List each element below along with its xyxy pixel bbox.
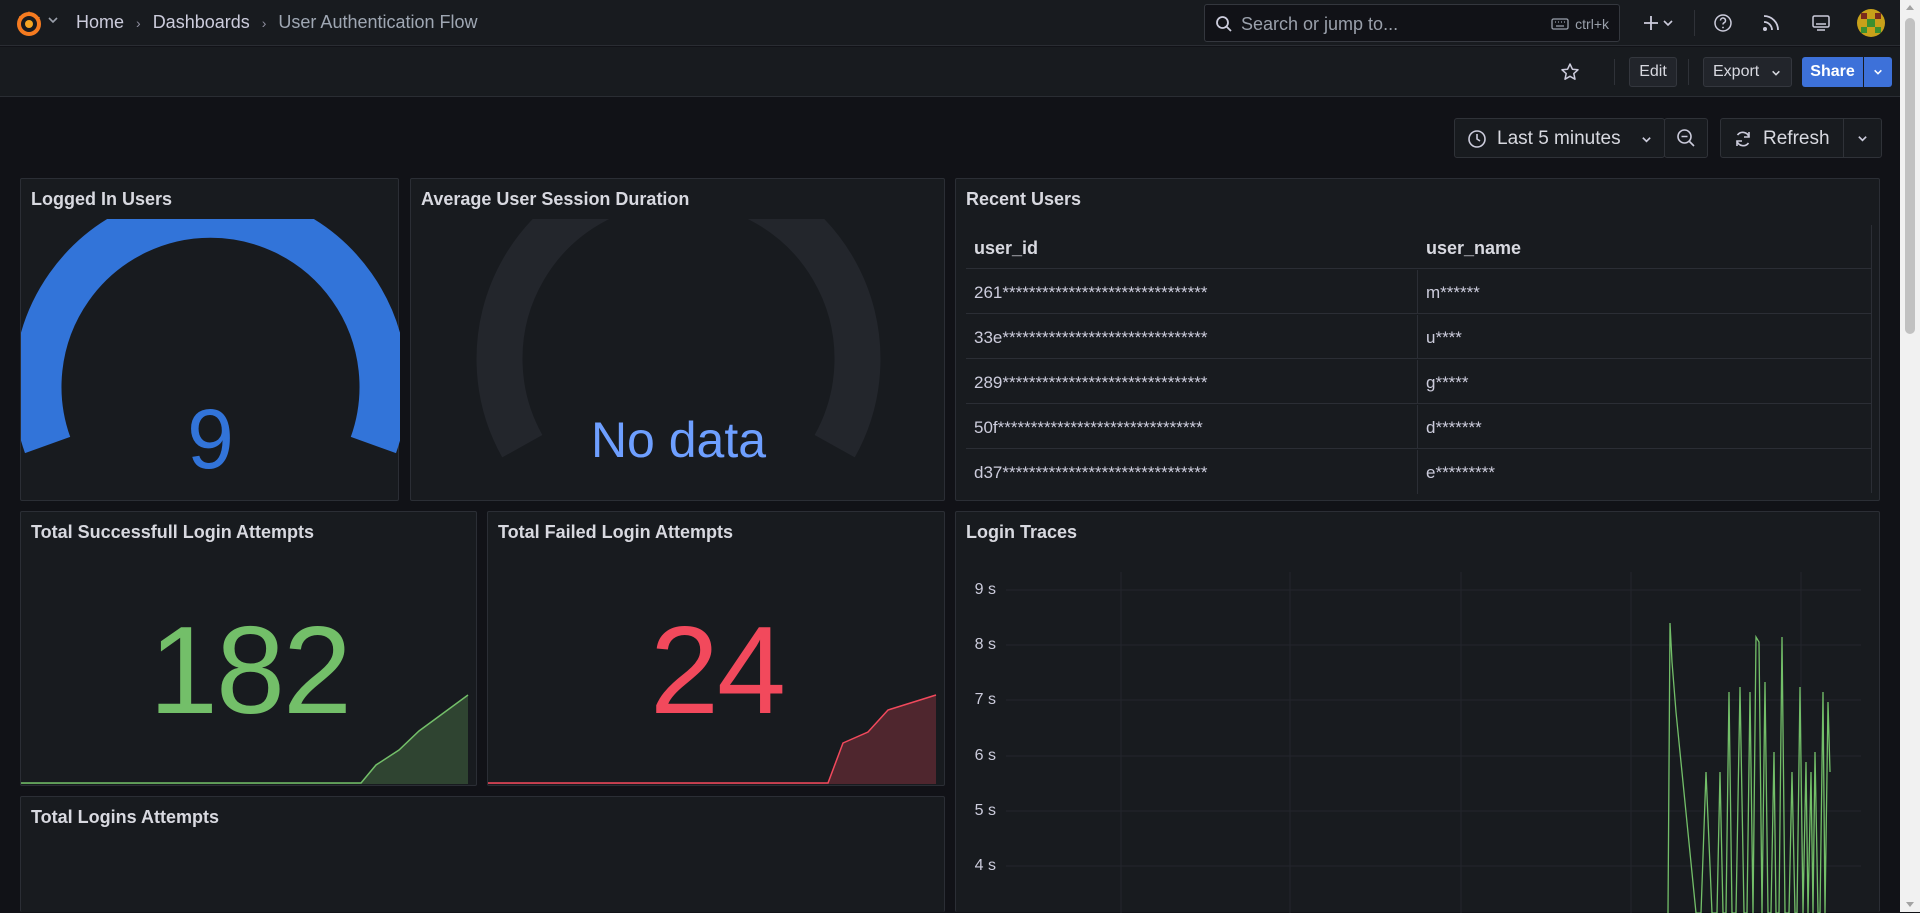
- news-button[interactable]: [1758, 10, 1784, 36]
- search-input[interactable]: Search or jump to... ctrl+k: [1204, 4, 1620, 42]
- column-divider: [1417, 270, 1418, 314]
- login-traces-panel[interactable]: Login Traces 9 s 8 s 7 s 6 s 5 s 4 s: [955, 511, 1880, 913]
- cell-user-id: 50f*******************************: [974, 418, 1203, 437]
- share-options-button[interactable]: [1864, 57, 1892, 87]
- chevron-down-icon: [1642, 137, 1651, 143]
- cell-user-id: 33e*******************************: [974, 328, 1208, 347]
- monitor-icon: [1812, 15, 1830, 31]
- scrollbar-thumb[interactable]: [1905, 18, 1915, 334]
- column-divider: [1417, 360, 1418, 404]
- gauge-value: 9: [187, 392, 234, 486]
- panel-title: Recent Users: [966, 189, 1082, 209]
- clock-icon: [1468, 130, 1486, 148]
- panel-title: Total Failed Login Attempts: [498, 522, 733, 542]
- breadcrumb-dashboards[interactable]: Dashboards: [153, 12, 250, 33]
- no-data-label: No data: [590, 412, 767, 468]
- refresh-button[interactable]: Refresh: [1720, 118, 1844, 158]
- kiosk-mode-button[interactable]: [1808, 10, 1834, 36]
- column-header-user-id[interactable]: user_id: [974, 238, 1038, 259]
- plus-icon: [1644, 16, 1658, 30]
- breadcrumb-separator-icon: ›: [261, 14, 267, 31]
- chevron-down-icon: [1874, 69, 1882, 75]
- cell-user-name: m******: [1426, 283, 1480, 302]
- logged-in-users-panel[interactable]: Logged In Users 9: [20, 178, 400, 501]
- panel-title: Total Successfull Login Attempts: [31, 522, 315, 542]
- column-divider: [1417, 315, 1418, 359]
- help-button[interactable]: [1710, 10, 1736, 36]
- cell-user-id: d37*******************************: [974, 463, 1208, 482]
- page-scrollbar[interactable]: [1900, 0, 1920, 912]
- search-placeholder: Search or jump to...: [1241, 14, 1399, 34]
- rss-icon: [1763, 15, 1779, 31]
- breadcrumb: Home › Dashboards › User Authentication …: [76, 12, 478, 33]
- search-icon: [1216, 16, 1232, 32]
- sparkline: [21, 694, 469, 784]
- dashboard-toolbar: Edit Export Share: [0, 47, 1900, 97]
- divider: [1614, 59, 1615, 85]
- add-new-button[interactable]: [1638, 10, 1664, 36]
- column-divider: [1417, 405, 1418, 449]
- zoom-out-button[interactable]: [1664, 118, 1708, 158]
- top-nav-bar: Home › Dashboards › User Authentication …: [0, 0, 1900, 46]
- cell-user-name: g*****: [1426, 373, 1469, 392]
- recent-users-panel[interactable]: Recent Users user_id user_name 261******…: [955, 178, 1880, 501]
- sparkline: [488, 694, 937, 784]
- column-divider: [1417, 450, 1418, 494]
- shortcut-label: ctrl+k: [1575, 16, 1609, 32]
- cell-user-name: e*********: [1426, 463, 1495, 482]
- chevron-down-icon: [1772, 70, 1780, 76]
- time-range-picker[interactable]: Last 5 minutes: [1454, 118, 1665, 158]
- total-logins-panel[interactable]: Total Logins Attempts: [20, 796, 945, 912]
- export-button[interactable]: Export: [1703, 57, 1792, 87]
- table-header: user_id user_name: [966, 225, 1872, 269]
- divider: [1688, 59, 1689, 85]
- table-row: 50f******************************* d****…: [966, 405, 1872, 449]
- keyboard-shortcut: ctrl+k: [1551, 16, 1609, 32]
- avatar-image: [1857, 9, 1885, 37]
- column-header-user-name[interactable]: user_name: [1426, 238, 1521, 259]
- keyboard-icon: [1551, 18, 1569, 30]
- breadcrumb-separator-icon: ›: [136, 14, 141, 31]
- refresh-icon: [1736, 131, 1750, 147]
- panel-title: Average User Session Duration: [421, 189, 690, 209]
- time-range-label: Last 5 minutes: [1497, 128, 1621, 149]
- chevron-down-icon: [1858, 135, 1867, 142]
- successful-logins-panel[interactable]: Total Successfull Login Attempts 182: [20, 511, 477, 786]
- panel-title: Logged In Users: [31, 189, 173, 209]
- star-icon[interactable]: [1560, 62, 1580, 82]
- cell-user-id: 289*******************************: [974, 373, 1208, 392]
- table-row: 261******************************* m****…: [966, 270, 1872, 314]
- cell-user-name: d*******: [1426, 418, 1482, 437]
- table-row: 33e******************************* u****: [966, 315, 1872, 359]
- failed-logins-panel[interactable]: Total Failed Login Attempts 24: [487, 511, 945, 786]
- breadcrumb-home[interactable]: Home: [76, 12, 124, 33]
- chevron-down-icon[interactable]: [47, 14, 59, 26]
- share-button[interactable]: Share: [1802, 57, 1863, 87]
- user-avatar[interactable]: [1857, 9, 1885, 37]
- cell-user-name: u****: [1426, 328, 1462, 347]
- table-row: d37******************************* e****…: [966, 450, 1872, 494]
- avg-session-duration-panel[interactable]: Average User Session Duration No data: [410, 178, 945, 501]
- traces-chart: [1006, 572, 1861, 913]
- help-icon: [1714, 14, 1732, 32]
- grafana-logo-icon[interactable]: [14, 8, 44, 38]
- breadcrumb-current: User Authentication Flow: [278, 12, 478, 32]
- panel-title: Total Logins Attempts: [31, 807, 219, 827]
- export-label: Export: [1713, 63, 1760, 80]
- table-scroll-edge: [1871, 225, 1872, 493]
- cell-user-id: 261*******************************: [974, 283, 1208, 302]
- table-row: 289******************************* g****…: [966, 360, 1872, 404]
- refresh-label: Refresh: [1763, 128, 1830, 149]
- chevron-down-icon[interactable]: [1662, 17, 1674, 29]
- scroll-down-icon[interactable]: [1905, 901, 1915, 909]
- divider: [1694, 10, 1695, 36]
- refresh-interval-picker[interactable]: [1843, 118, 1882, 158]
- edit-button[interactable]: Edit: [1629, 57, 1677, 87]
- scroll-up-icon[interactable]: [1905, 3, 1915, 11]
- zoom-out-icon: [1677, 129, 1695, 147]
